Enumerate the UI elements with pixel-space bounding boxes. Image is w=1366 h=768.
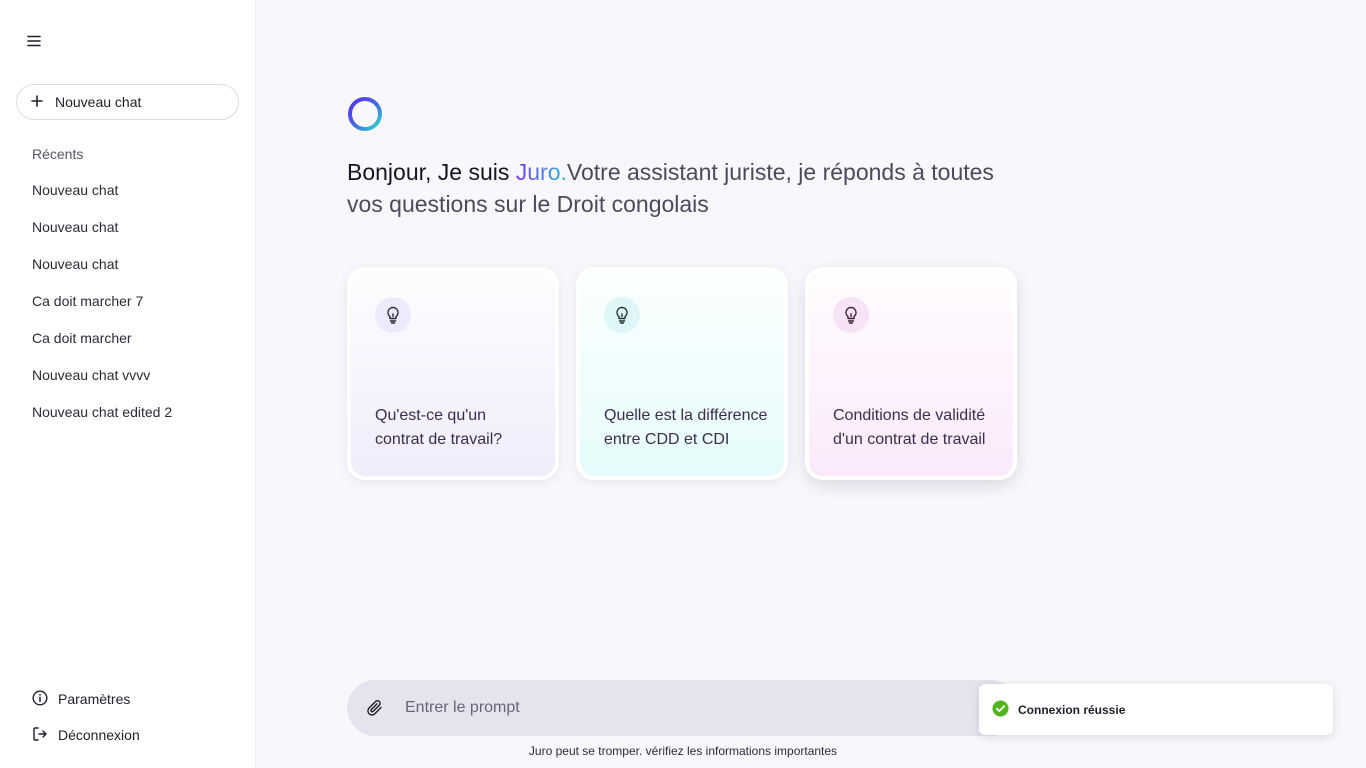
suggestion-text: Quelle est la différence entre CDD et CD… (604, 407, 768, 448)
recents-heading: Récents (32, 146, 84, 162)
brand-name: Juro. (515, 159, 567, 185)
suggestion-card[interactable]: Quelle est la différence entre CDD et CD… (576, 267, 788, 480)
sidebar-footer: Paramètres Déconnexion (32, 681, 140, 753)
info-icon (32, 689, 48, 709)
logout-link[interactable]: Déconnexion (32, 717, 140, 753)
recent-chat-item[interactable]: Ca doit marcher 7 (32, 293, 172, 330)
lightbulb-icon (604, 297, 640, 333)
paperclip-icon[interactable] (365, 698, 385, 718)
recent-chats-list: Nouveau chat Nouveau chat Nouveau chat C… (32, 182, 172, 441)
check-circle-icon (992, 700, 1009, 720)
greeting-text: Bonjour, Je suis Juro.Votre assistant ju… (347, 156, 1007, 220)
recent-chat-item[interactable]: Nouveau chat edited 2 (32, 404, 172, 441)
recent-chat-item[interactable]: Nouveau chat (32, 256, 172, 293)
prompt-input[interactable] (405, 699, 965, 717)
sidebar: Nouveau chat Récents Nouveau chat Nouvea… (0, 0, 256, 768)
recent-chat-item[interactable]: Nouveau chat (32, 182, 172, 219)
suggestion-text: Qu'est-ce qu'un contrat de travail? (375, 407, 503, 448)
hamburger-menu-icon[interactable] (24, 31, 44, 51)
suggestion-text: Conditions de validité d'un contrat de t… (833, 407, 986, 448)
juro-logo-icon (347, 96, 383, 132)
new-chat-button[interactable]: Nouveau chat (16, 84, 239, 120)
greeting-lead: Bonjour, Je suis (347, 159, 516, 185)
disclaimer-text: Juro peut se tromper. vérifiez les infor… (528, 744, 838, 758)
recent-chat-item[interactable]: Nouveau chat (32, 219, 172, 256)
suggestion-card[interactable]: Qu'est-ce qu'un contrat de travail? (347, 267, 559, 480)
plus-icon (31, 94, 43, 110)
settings-link[interactable]: Paramètres (32, 681, 140, 717)
logout-icon (32, 726, 48, 745)
recent-chat-item[interactable]: Nouveau chat vvvv (32, 367, 172, 404)
toast-message: Connexion réussie (1018, 702, 1126, 717)
prompt-bar (347, 680, 1019, 736)
lightbulb-icon (375, 297, 411, 333)
logout-label: Déconnexion (58, 727, 140, 743)
lightbulb-icon (833, 297, 869, 333)
toast-notification: Connexion réussie (979, 684, 1333, 735)
suggestion-card[interactable]: Conditions de validité d'un contrat de t… (805, 267, 1017, 480)
settings-label: Paramètres (58, 691, 131, 707)
suggestion-cards: Qu'est-ce qu'un contrat de travail? Quel… (347, 267, 1017, 480)
new-chat-label: Nouveau chat (55, 94, 142, 110)
recent-chat-item[interactable]: Ca doit marcher (32, 330, 172, 367)
